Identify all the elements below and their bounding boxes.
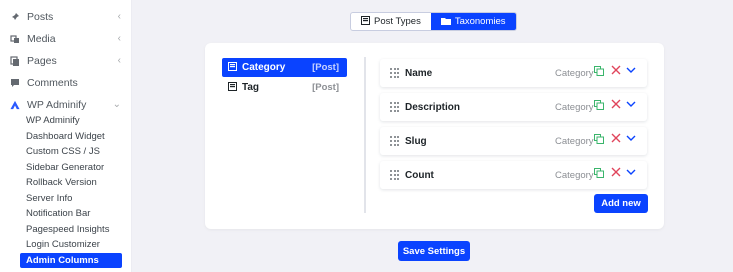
sidebar-item-label: Pages (27, 55, 57, 67)
adminify-icon (10, 100, 20, 110)
taxonomy-item-category[interactable]: Category [Post] (222, 58, 347, 77)
column-name: Slug (405, 135, 427, 147)
column-row-count[interactable]: Count Category (380, 161, 647, 189)
drag-handle-icon[interactable] (390, 136, 399, 146)
submenu-login-customizer[interactable]: Login Customizer (20, 237, 122, 252)
sidebar-item-pages[interactable]: Pages ‹ (10, 52, 125, 70)
tab-taxonomies[interactable]: Taxonomies (430, 13, 516, 30)
chevron-down-icon: ⌄ (112, 99, 121, 110)
pin-icon (10, 12, 20, 22)
copy-icon[interactable] (594, 168, 604, 181)
add-new-button[interactable]: Add new (594, 194, 648, 213)
column-row-slug[interactable]: Slug Category (380, 127, 647, 155)
chevron-left-icon: ‹ (117, 55, 121, 66)
submenu-wp-adminify[interactable]: WP Adminify (20, 113, 122, 128)
admin-sidebar: Posts ‹ Media ‹ Pages ‹ Comments WP Admi… (0, 0, 132, 272)
submenu-custom-css-js[interactable]: Custom CSS / JS (20, 144, 122, 159)
sidebar-item-comments[interactable]: Comments (10, 74, 125, 92)
copy-icon[interactable] (594, 100, 604, 113)
chevron-down-icon[interactable] (626, 133, 636, 146)
close-icon[interactable] (611, 99, 621, 112)
column-name: Count (405, 169, 434, 181)
column-taxonomy: Category (555, 135, 594, 147)
sidebar-item-posts[interactable]: Posts ‹ (10, 8, 125, 26)
media-icon (10, 34, 20, 44)
submenu-pagespeed-insights[interactable]: Pagespeed Insights (20, 222, 122, 237)
sidebar-item-label: WP Adminify (27, 99, 87, 111)
copy-icon[interactable] (594, 134, 604, 147)
column-name: Description (405, 101, 461, 113)
submenu-admin-columns[interactable]: Admin Columns (20, 253, 122, 268)
sidebar-item-media[interactable]: Media ‹ (10, 30, 125, 48)
tab-label: Post Types (374, 16, 421, 27)
taxonomy-icon (228, 82, 237, 93)
save-settings-button[interactable]: Save Settings (398, 241, 470, 261)
taxonomy-type: [Post] (312, 62, 339, 73)
taxonomy-icon (228, 62, 237, 73)
taxonomy-name: Tag (242, 82, 260, 93)
submenu-server-info[interactable]: Server Info (20, 191, 122, 206)
comments-icon (10, 78, 20, 88)
tab-post-types[interactable]: Post Types (351, 13, 431, 30)
close-icon[interactable] (611, 133, 621, 146)
chevron-down-icon[interactable] (626, 99, 636, 112)
taxonomy-type: [Post] (312, 82, 339, 93)
submenu-sidebar-generator[interactable]: Sidebar Generator (20, 160, 122, 175)
chevron-down-icon[interactable] (626, 167, 636, 180)
sidebar-item-label: Comments (27, 77, 78, 89)
submenu-notification-bar[interactable]: Notification Bar (20, 206, 122, 221)
submenu-rollback-version[interactable]: Rollback Version (20, 175, 122, 190)
column-taxonomy: Category (555, 169, 594, 181)
column-row-description[interactable]: Description Category (380, 93, 647, 121)
column-row-name[interactable]: Name Category (380, 59, 647, 87)
column-name: Name (405, 67, 433, 79)
drag-handle-icon[interactable] (390, 170, 399, 180)
close-icon[interactable] (611, 167, 621, 180)
column-taxonomy: Category (555, 67, 594, 79)
sidebar-item-label: Posts (27, 11, 54, 23)
chevron-left-icon: ‹ (117, 33, 121, 44)
type-toggle: Post Types Taxonomies (350, 12, 517, 31)
drag-handle-icon[interactable] (390, 102, 399, 112)
chevron-left-icon: ‹ (117, 11, 121, 22)
panel-divider (364, 57, 366, 213)
copy-icon[interactable] (594, 66, 604, 79)
close-icon[interactable] (611, 65, 621, 78)
chevron-down-icon[interactable] (626, 65, 636, 78)
folder-icon (440, 17, 451, 27)
drag-handle-icon[interactable] (390, 68, 399, 78)
column-taxonomy: Category (555, 101, 594, 113)
post-types-icon (361, 16, 370, 27)
sidebar-item-label: Media (27, 33, 56, 45)
submenu-dashboard-widget[interactable]: Dashboard Widget (20, 129, 122, 144)
tab-label: Taxonomies (454, 16, 506, 27)
taxonomy-name: Category (242, 62, 286, 73)
sidebar-item-wp-adminify[interactable]: WP Adminify ⌄ (10, 96, 125, 114)
pages-icon (10, 56, 20, 66)
taxonomy-item-tag[interactable]: Tag [Post] (222, 78, 347, 97)
